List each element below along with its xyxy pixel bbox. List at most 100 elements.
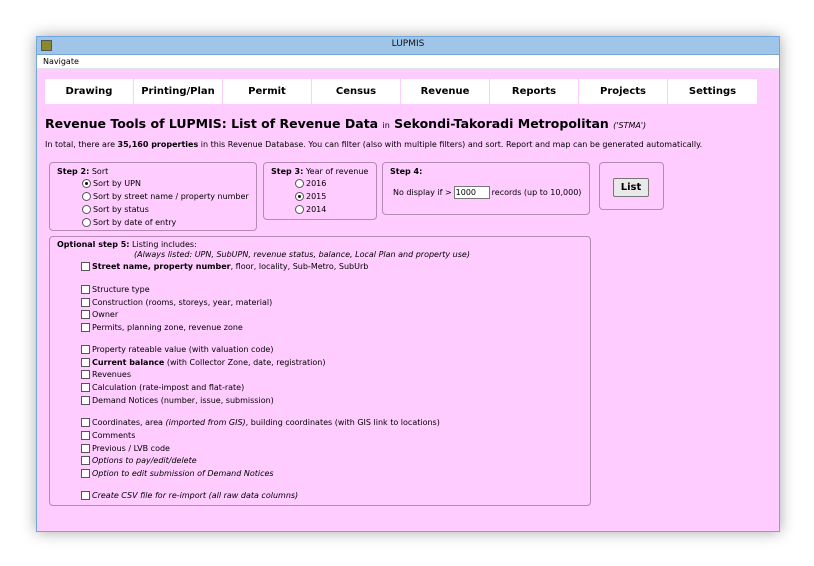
menu-navigate[interactable]: Navigate (43, 57, 79, 66)
tab-revenue[interactable]: Revenue (401, 79, 490, 104)
option-label: Calculation (rate-impost and flat-rate) (92, 383, 245, 392)
title-bar: LUPMIS (37, 37, 779, 55)
summary-count: 35,160 properties (117, 140, 199, 149)
radio-sort-upn[interactable] (82, 179, 91, 188)
option-coordinates[interactable]: Coordinates, area (imported from GIS), b… (81, 418, 440, 427)
tab-permit[interactable]: Permit (223, 79, 312, 104)
checkbox-pay[interactable] (81, 456, 90, 465)
sort-option-status[interactable]: Sort by status (82, 205, 149, 214)
year-option-label: 2016 (306, 179, 327, 188)
checkbox-permits[interactable] (81, 323, 90, 332)
option-label: Revenues (92, 370, 132, 379)
step5-title: Listing includes: (132, 240, 197, 249)
option-label: Option to edit submission of Demand Noti… (92, 469, 274, 478)
checkbox-construction[interactable] (81, 298, 90, 307)
step4-box: Step 4: No display if > records (up to 1… (382, 162, 590, 215)
option-edit-demand[interactable]: Option to edit submission of Demand Noti… (81, 469, 274, 478)
option-comments[interactable]: Comments (81, 431, 135, 440)
record-limit-input[interactable] (453, 186, 490, 199)
year-option-2014[interactable]: 2014 (295, 205, 326, 214)
app-window: LUPMIS Navigate Drawing Printing/Plan Pe… (36, 36, 780, 532)
tab-reports[interactable]: Reports (490, 79, 579, 104)
sort-option-label: Sort by status (93, 205, 149, 214)
checkbox-comments[interactable] (81, 431, 90, 440)
tab-printing-plan[interactable]: Printing/Plan (134, 79, 223, 104)
option-label-italic: (imported from GIS) (165, 418, 246, 427)
step2-label: Step 2: (57, 167, 90, 176)
summary-text: In total, there are 35,160 properties in… (45, 140, 702, 149)
window-title: LUPMIS (391, 39, 425, 49)
step2-header: Step 2: Sort (57, 167, 108, 176)
option-label: Owner (92, 310, 119, 319)
checkbox-street[interactable] (81, 262, 90, 271)
option-construction[interactable]: Construction (rooms, storeys, year, mate… (81, 298, 272, 307)
checkbox-coordinates[interactable] (81, 418, 90, 427)
option-pay[interactable]: Options to pay/edit/delete (81, 456, 197, 465)
option-revenues[interactable]: Revenues (81, 370, 131, 379)
option-label-rest: , building coordinates (with GIS link to… (245, 418, 440, 427)
radio-sort-status[interactable] (82, 205, 91, 214)
checkbox-rateable[interactable] (81, 345, 90, 354)
page-title-main: Revenue Tools of LUPMIS: List of Revenue… (45, 116, 379, 131)
option-lvb[interactable]: Previous / LVB code (81, 444, 170, 453)
always-listed-note: (Always listed: UPN, SubUPN, revenue sta… (134, 250, 470, 259)
option-csv[interactable]: Create CSV file for re-import (all raw d… (81, 491, 298, 500)
option-owner[interactable]: Owner (81, 310, 118, 319)
step4-header: Step 4: (390, 167, 422, 176)
checkbox-structure[interactable] (81, 285, 90, 294)
year-option-label: 2014 (306, 205, 327, 214)
checkbox-demand[interactable] (81, 396, 90, 405)
step5-box: Optional step 5: Listing includes: (Alwa… (49, 236, 591, 506)
step4-prefix: No display if > (393, 188, 452, 197)
option-label: Coordinates, area (92, 418, 163, 427)
checkbox-owner[interactable] (81, 310, 90, 319)
step3-header: Step 3: Year of revenue (271, 167, 368, 176)
checkbox-calculation[interactable] (81, 383, 90, 392)
checkbox-lvb[interactable] (81, 444, 90, 453)
sort-option-upn[interactable]: Sort by UPN (82, 179, 141, 188)
checkbox-balance[interactable] (81, 358, 90, 367)
option-calculation[interactable]: Calculation (rate-impost and flat-rate) (81, 383, 244, 392)
radio-year-2016[interactable] (295, 179, 304, 188)
year-option-2015[interactable]: 2015 (295, 192, 326, 201)
checkbox-revenues[interactable] (81, 370, 90, 379)
option-label: Demand Notices (number, issue, submissio… (92, 396, 274, 405)
sort-option-date[interactable]: Sort by date of entry (82, 218, 176, 227)
option-rateable[interactable]: Property rateable value (with valuation … (81, 345, 273, 354)
option-label-rest: (with Collector Zone, date, registration… (166, 358, 326, 367)
step3-box: Step 3: Year of revenue 2016 2015 2014 (263, 162, 377, 220)
list-button[interactable]: List (613, 178, 649, 197)
step5-note: (Always listed: UPN, SubUPN, revenue sta… (134, 250, 470, 259)
radio-year-2015[interactable] (295, 192, 304, 201)
option-balance[interactable]: Current balance (with Collector Zone, da… (81, 358, 325, 367)
page-title-place: Sekondi-Takoradi Metropolitan (394, 116, 609, 131)
tab-drawing[interactable]: Drawing (45, 79, 134, 104)
sort-option-label: Sort by street name / property number (93, 192, 249, 201)
option-structure[interactable]: Structure type (81, 285, 150, 294)
sort-option-label: Sort by date of entry (93, 218, 177, 227)
option-label: Property rateable value (with valuation … (92, 345, 274, 354)
option-label: Construction (rooms, storeys, year, mate… (92, 298, 273, 307)
radio-sort-date[interactable] (82, 218, 91, 227)
page-title-abbr: ('STMA') (613, 121, 647, 130)
tab-settings[interactable]: Settings (668, 79, 757, 104)
radio-year-2014[interactable] (295, 205, 304, 214)
option-street[interactable]: Street name, property number, floor, loc… (81, 262, 368, 271)
year-option-2016[interactable]: 2016 (295, 179, 326, 188)
tab-projects[interactable]: Projects (579, 79, 668, 104)
option-label: Create CSV file for re-import (all raw d… (92, 491, 299, 500)
tab-census[interactable]: Census (312, 79, 401, 104)
step3-label: Step 3: (271, 167, 304, 176)
sort-option-street[interactable]: Sort by street name / property number (82, 192, 249, 201)
option-label: Current balance (92, 358, 165, 367)
option-label: Structure type (92, 285, 150, 294)
radio-sort-street[interactable] (82, 192, 91, 201)
option-permits[interactable]: Permits, planning zone, revenue zone (81, 323, 243, 332)
option-label: Permits, planning zone, revenue zone (92, 323, 243, 332)
checkbox-edit-demand[interactable] (81, 469, 90, 478)
checkbox-csv[interactable] (81, 491, 90, 500)
option-demand[interactable]: Demand Notices (number, issue, submissio… (81, 396, 274, 405)
step5-header: Optional step 5: Listing includes: (57, 240, 197, 249)
step2-box: Step 2: Sort Sort by UPN Sort by street … (49, 162, 257, 231)
step5-label: Optional step 5: (57, 240, 130, 249)
